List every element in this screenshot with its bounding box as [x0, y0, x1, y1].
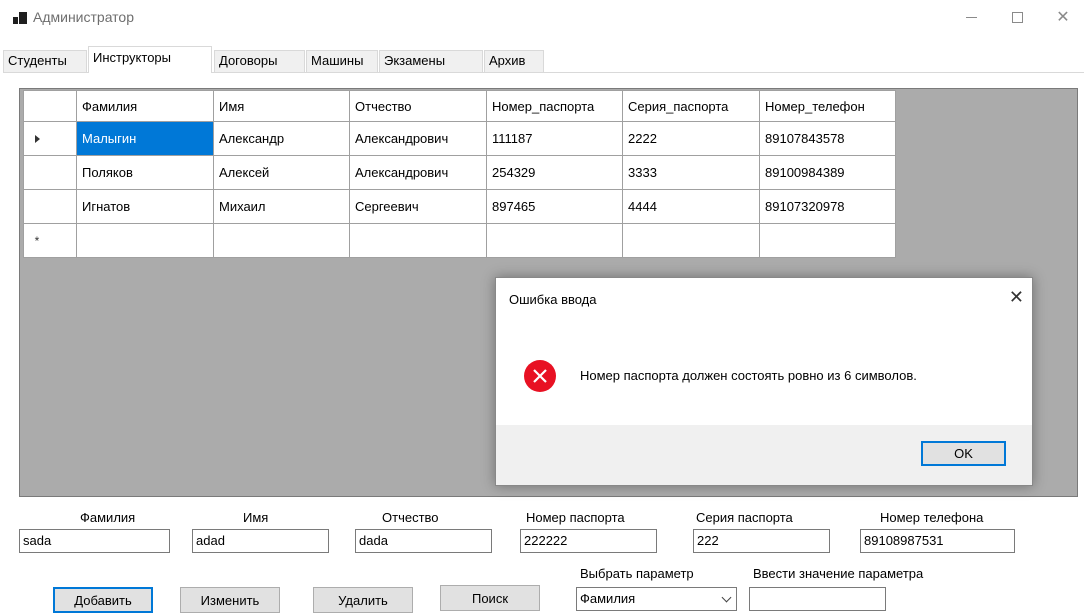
phone-field[interactable]: 89108987531 — [860, 529, 1015, 553]
data-table: Фамилия Имя Отчество Номер_паспорта Сери… — [23, 90, 896, 258]
row-header-new[interactable]: * — [23, 223, 77, 258]
label-lastname: Фамилия — [80, 510, 136, 525]
table-cell[interactable]: Игнатов — [76, 189, 214, 224]
header-row: Фамилия Имя Отчество Номер_паспорта Сери… — [23, 90, 896, 122]
column-header-firstname[interactable]: Имя — [213, 90, 350, 122]
table-cell[interactable]: Михаил — [213, 189, 350, 224]
label-passport-series: Серия паспорта — [696, 510, 793, 525]
table-row[interactable]: Игнатов Михаил Сергеевич 897465 4444 891… — [23, 189, 896, 224]
table-cell[interactable]: Малыгин — [76, 121, 214, 156]
table-cell[interactable] — [76, 223, 214, 258]
row-header-current[interactable] — [23, 121, 77, 156]
search-button[interactable]: Поиск — [440, 585, 540, 611]
passport-number-field[interactable]: 222222 — [520, 529, 657, 553]
table-cell[interactable] — [213, 223, 350, 258]
passport-series-field[interactable]: 222 — [693, 529, 830, 553]
column-header-passport-number[interactable]: Номер_паспорта — [486, 90, 623, 122]
error-icon — [524, 360, 556, 392]
edit-button[interactable]: Изменить — [180, 587, 280, 613]
label-phone: Номер телефона — [880, 510, 984, 525]
corner-header — [23, 90, 77, 122]
param-select[interactable]: Фамилия — [576, 587, 737, 611]
table-cell[interactable]: 89107843578 — [759, 121, 896, 156]
title-bar: Администратор ✕ — [0, 0, 1087, 36]
patronymic-field[interactable]: dada — [355, 529, 492, 553]
table-cell[interactable]: 111187 — [486, 121, 623, 156]
table-cell[interactable]: Александрович — [349, 121, 487, 156]
label-patronymic: Отчество — [382, 510, 439, 525]
add-button[interactable]: Добавить — [53, 587, 153, 613]
row-header[interactable] — [23, 155, 77, 190]
maximize-button[interactable] — [994, 0, 1040, 34]
table-row[interactable]: Малыгин Александр Александрович 111187 2… — [23, 121, 896, 156]
maximize-icon — [1011, 11, 1023, 23]
column-header-patronymic[interactable]: Отчество — [349, 90, 487, 122]
label-choose-param: Выбрать параметр — [580, 566, 694, 581]
window-title: Администратор — [33, 9, 135, 25]
tab-cars[interactable]: Машины — [306, 50, 378, 72]
dialog-title: Ошибка ввода — [509, 292, 597, 307]
table-cell[interactable]: 2222 — [622, 121, 760, 156]
table-cell[interactable]: Алексей — [213, 155, 350, 190]
label-enter-value: Ввести значение параметра — [753, 566, 924, 581]
column-header-lastname[interactable]: Фамилия — [76, 90, 214, 122]
new-row[interactable]: * — [23, 223, 896, 258]
tab-archive[interactable]: Архив — [484, 50, 544, 72]
table-cell[interactable]: Поляков — [76, 155, 214, 190]
lastname-field[interactable]: sada — [19, 529, 170, 553]
dialog-message: Номер паспорта должен состоять ровно из … — [580, 368, 917, 383]
table-cell[interactable]: 4444 — [622, 189, 760, 224]
table-cell[interactable]: Александр — [213, 121, 350, 156]
firstname-field[interactable]: adad — [192, 529, 329, 553]
dialog-footer: OK — [496, 425, 1032, 485]
table-row[interactable]: Поляков Алексей Александрович 254329 333… — [23, 155, 896, 190]
close-icon: ✕ — [1056, 9, 1070, 26]
tab-contracts[interactable]: Договоры — [214, 50, 305, 72]
minimize-icon — [965, 16, 977, 18]
close-button[interactable]: ✕ — [1040, 0, 1086, 34]
tab-exams[interactable]: Экзамены — [379, 50, 483, 72]
param-value-field[interactable] — [749, 587, 886, 611]
app-icon — [13, 12, 27, 24]
table-cell[interactable] — [349, 223, 487, 258]
table-cell[interactable] — [759, 223, 896, 258]
current-row-icon — [34, 135, 40, 143]
label-passport-number: Номер паспорта — [526, 510, 625, 525]
new-row-icon: * — [34, 234, 40, 248]
error-dialog: Ошибка ввода ✕ Номер паспорта должен сос… — [495, 277, 1033, 486]
table-cell[interactable]: 89100984389 — [759, 155, 896, 190]
table-cell[interactable]: 89107320978 — [759, 189, 896, 224]
dialog-close-button[interactable]: ✕ — [1009, 287, 1024, 308]
delete-button[interactable]: Удалить — [313, 587, 413, 613]
param-select-value: Фамилия — [580, 591, 636, 606]
chevron-down-icon — [721, 592, 732, 603]
table-cell[interactable] — [486, 223, 623, 258]
tab-instructors[interactable]: Инструкторы — [88, 46, 212, 73]
row-header[interactable] — [23, 189, 77, 224]
table-cell[interactable]: Александрович — [349, 155, 487, 190]
table-cell[interactable]: Сергеевич — [349, 189, 487, 224]
tab-students[interactable]: Студенты — [3, 50, 87, 72]
table-cell[interactable]: 254329 — [486, 155, 623, 190]
table-cell[interactable] — [622, 223, 760, 258]
table-cell[interactable]: 3333 — [622, 155, 760, 190]
label-firstname: Имя — [243, 510, 269, 525]
column-header-phone[interactable]: Номер_телефон — [759, 90, 896, 122]
minimize-button[interactable] — [948, 0, 994, 34]
column-header-passport-series[interactable]: Серия_паспорта — [622, 90, 760, 122]
table-cell[interactable]: 897465 — [486, 189, 623, 224]
ok-button[interactable]: OK — [921, 441, 1006, 466]
